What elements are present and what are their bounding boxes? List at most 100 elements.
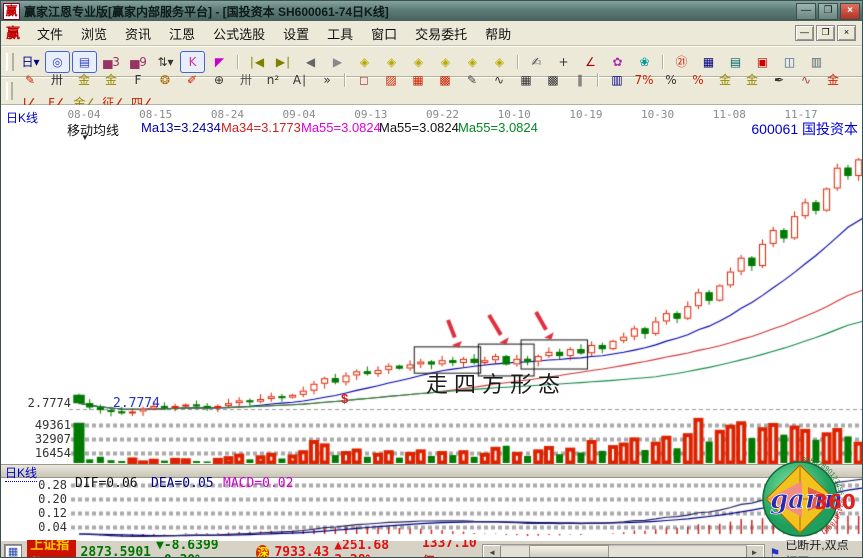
grid-dense-icon[interactable]: ▩	[540, 69, 565, 91]
mdi-restore-button[interactable]: ❐	[816, 25, 835, 41]
more-tools-chevron[interactable]: »	[314, 69, 339, 91]
ma-dropdown-icon[interactable]: ▼	[81, 133, 89, 142]
ma-legend-item-1: Ma13=3.2434	[141, 120, 221, 135]
macd-scale-label: 0.04	[23, 520, 67, 534]
ma-legend-label[interactable]: 移动均线	[67, 120, 119, 139]
ma-legend-item-3: Ma55=3.0824	[301, 120, 381, 135]
text-label-icon[interactable]: A∣	[287, 69, 312, 91]
menu-logo-icon: 赢	[6, 23, 20, 43]
gann-fan-icon[interactable]: ▨	[378, 69, 403, 91]
macd-value-label-2: DEA=0.05	[151, 476, 214, 491]
rect-select-icon[interactable]: ◻	[351, 69, 376, 91]
shenzhen-index-badge[interactable]: 深	[256, 545, 269, 558]
toolbar-drag-handle[interactable]	[6, 82, 13, 100]
volume-scale-label: 32907	[15, 432, 71, 446]
menu-item-3[interactable]: 江恩	[160, 25, 204, 44]
menu-item-5[interactable]: 设置	[274, 25, 318, 44]
menu-item-0[interactable]: 文件	[28, 25, 72, 44]
application-window: 赢 赢家江恩专业版[赢家内部服务平台] - [国投资本 SH600061-74日…	[0, 0, 863, 558]
menu-item-7[interactable]: 窗口	[362, 25, 406, 44]
chart-area: 08-0408-1508-2409-0409-1309-2210-1010-19…	[1, 105, 863, 540]
drawing-toolbar: ✎卅金金F❂✐⊕卅n²A∣»◻▨▦▩✎∿▦▩∥▥7%%%金金✒∿金J∠F∠金∠征…	[1, 77, 862, 105]
mdi-minimize-button[interactable]: —	[795, 25, 814, 41]
title-bar[interactable]: 赢 赢家江恩专业版[赢家内部服务平台] - [国投资本 SH600061-74日…	[1, 1, 862, 21]
date-tick: 10-19	[564, 108, 608, 121]
close-button[interactable]: ×	[840, 3, 860, 20]
n-square-icon[interactable]: n²	[260, 69, 285, 91]
grid-dark-icon[interactable]: ▦	[513, 69, 538, 91]
volume-scale-label: 49361	[15, 418, 71, 432]
gold-line-icon[interactable]: 金	[739, 69, 764, 91]
ruler-grid-icon[interactable]: 卅	[44, 69, 69, 91]
kline-panel-label: 日K线	[6, 109, 38, 126]
menu-item-4[interactable]: 公式选股	[204, 25, 274, 44]
ink-brush-icon[interactable]: ✒	[766, 69, 791, 91]
macd-scale-label: 0.28	[23, 478, 67, 492]
toolbar-separator	[517, 55, 519, 69]
pattern-annotation: 走四方形态	[426, 367, 566, 399]
horizontal-scrollbar[interactable]: ◄ ►	[482, 544, 764, 558]
status-bar: ▦ 上证指数 2873.5901 ▼-8.6399 -0.30% 深 7933.…	[1, 540, 862, 558]
percent-icon[interactable]: %	[658, 69, 683, 91]
toolbar-drag-handle[interactable]	[6, 53, 14, 71]
price-annotation: 2.7774	[113, 396, 160, 411]
scroll-left-arrow[interactable]: ◄	[483, 545, 501, 558]
macd-scale-label: 0.12	[23, 506, 67, 520]
gold-section-icon[interactable]: 金	[98, 69, 123, 91]
menu-item-6[interactable]: 工具	[318, 25, 362, 44]
trend-line-icon[interactable]: ✎	[459, 69, 484, 91]
logo-360-text: 360	[814, 490, 856, 514]
menu-item-2[interactable]: 资讯	[116, 25, 160, 44]
shanghai-index-change: ▼-8.6399 -0.30%	[156, 538, 251, 558]
gold-bar-icon[interactable]: 金	[820, 69, 845, 91]
zigzag-icon[interactable]: ∿	[486, 69, 511, 91]
percent-line-icon[interactable]: %	[685, 69, 710, 91]
menu-bar: 赢 文件浏览资讯江恩公式选股设置工具窗口交易委托帮助 — ❐ ×	[1, 21, 862, 46]
parallel-lines-icon[interactable]: ∥	[567, 69, 592, 91]
baseline-price-label: 2.7774	[15, 396, 71, 410]
shenzhen-index-change: ▲251.68 3.28%	[334, 538, 417, 558]
restore-button[interactable]: ❐	[818, 3, 838, 20]
gann360-logo: gann 360 34567890123456 2345678901	[750, 457, 862, 540]
connection-icon: ⚑	[770, 546, 781, 558]
app-logo-icon: 赢	[3, 3, 20, 20]
percent-7-icon[interactable]: 7%	[631, 69, 656, 91]
macd-value-label-1: DIF=0.06	[75, 476, 138, 491]
ma-legend-item-4: Ma55=3.0824	[379, 120, 459, 135]
toolbar-separator	[344, 73, 346, 87]
toolbar-separator	[597, 73, 599, 87]
menu-item-1[interactable]: 浏览	[72, 25, 116, 44]
spiral-icon[interactable]: ❂	[152, 69, 177, 91]
price-ruler-icon[interactable]: 卅	[233, 69, 258, 91]
wave-ruler-icon[interactable]: ∿	[793, 69, 818, 91]
menu-item-9[interactable]: 帮助	[476, 25, 520, 44]
marker-pen-icon[interactable]: ✐	[179, 69, 204, 91]
column-stats-icon[interactable]: ▥	[604, 69, 629, 91]
symbol-label: 600061 国投资本	[751, 119, 858, 139]
gold-ratio-icon[interactable]: 金	[71, 69, 96, 91]
minimize-button[interactable]: —	[796, 3, 816, 20]
gann-grid-icon[interactable]: ▩	[432, 69, 457, 91]
macd-scale-label: 0.20	[23, 492, 67, 506]
scroll-thumb[interactable]	[529, 545, 609, 558]
ma-legend-item-5: Ma55=3.0824	[458, 120, 538, 135]
toolbar-separator	[237, 55, 239, 69]
toolbar-separator	[662, 55, 664, 69]
menu-item-8[interactable]: 交易委托	[406, 25, 476, 44]
gold-circle-icon[interactable]: 金	[712, 69, 737, 91]
shanghai-index-value: 2873.5901	[81, 545, 151, 558]
window-title: 赢家江恩专业版[赢家内部服务平台] - [国投资本 SH600061-74日K线…	[24, 3, 796, 20]
volume-scale-label: 16454	[15, 446, 71, 460]
scroll-right-arrow[interactable]: ►	[746, 545, 764, 558]
gann-box-icon[interactable]: ▦	[405, 69, 430, 91]
quote-table-icon[interactable]: ▦	[4, 544, 22, 558]
shenzhen-index-value: 7933.43	[274, 545, 329, 558]
date-tick: 11-08	[707, 108, 751, 121]
brush-icon[interactable]: ✎	[17, 69, 42, 91]
ma-legend-item-2: Ma34=3.1773	[221, 120, 301, 135]
date-tick: 10-30	[636, 108, 680, 121]
macd-value-label-3: MACD=0.02	[223, 476, 293, 491]
time-cycle-icon[interactable]: ⊕	[206, 69, 231, 91]
fibonacci-icon[interactable]: F	[125, 69, 150, 91]
mdi-close-button[interactable]: ×	[837, 25, 856, 41]
